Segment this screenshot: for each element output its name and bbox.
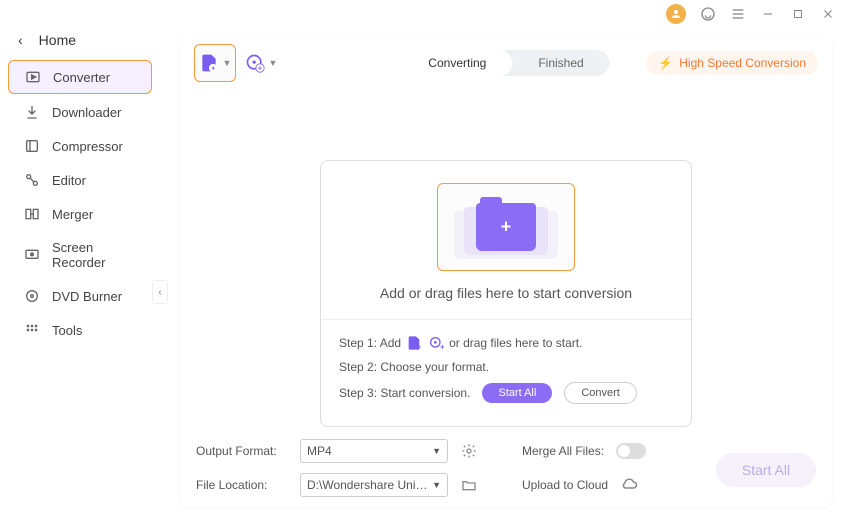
drop-zone-card: + Add or drag files here to start conver… [320,160,692,427]
collapse-sidebar-button[interactable]: ‹ [152,280,168,304]
chevron-down-icon: ▼ [269,58,278,68]
step-2: Step 2: Choose your format. [339,360,673,374]
add-files-button[interactable]: + ▼ [194,44,236,82]
sidebar-item-label: Tools [52,323,82,338]
output-format-label: Output Format: [196,444,288,458]
toolbar: + ▼ + ▼ Converting Finished ⚡ High Speed… [180,34,832,92]
sidebar-item-converter[interactable]: Converter [8,60,152,94]
tools-icon [24,322,40,338]
sidebar-item-compressor[interactable]: Compressor [8,130,152,162]
merge-label: Merge All Files: [522,444,604,458]
sidebar-item-downloader[interactable]: Downloader [8,96,152,128]
file-plus-icon: + [405,334,423,352]
sidebar: ‹ Home Converter Downloader Compressor E… [0,22,160,525]
disc-plus-icon: + [427,334,445,352]
menu-icon[interactable] [730,6,746,22]
footer: Output Format: MP4 ▼ Merge All Files: Fi… [180,429,832,507]
chevron-down-icon: ▼ [432,446,441,456]
sidebar-item-label: Converter [53,70,110,85]
high-speed-badge[interactable]: ⚡ High Speed Conversion [646,51,818,75]
svg-text:+: + [440,343,444,351]
compressor-icon [24,138,40,154]
avatar[interactable] [666,4,686,24]
disc-plus-icon: + [245,53,265,73]
start-all-pill-button[interactable]: Start All [482,383,552,403]
home-label: Home [39,32,76,48]
open-folder-icon[interactable] [460,476,478,494]
download-icon [24,104,40,120]
segment-control: Converting Finished [402,50,609,76]
upload-cloud-label: Upload to Cloud [522,478,608,492]
sidebar-item-screen-recorder[interactable]: Screen Recorder [8,232,152,278]
recorder-icon [24,247,40,263]
file-location-label: File Location: [196,478,288,492]
sidebar-item-label: Merger [52,207,93,222]
add-folder-button[interactable]: + [437,183,575,271]
steps-panel: Step 1: Add + + or drag files here to st… [321,319,691,426]
tab-finished[interactable]: Finished [512,50,609,76]
settings-icon[interactable] [460,442,478,460]
editor-icon [24,172,40,188]
minimize-icon[interactable] [760,6,776,22]
step-1: Step 1: Add + + or drag files here to st… [339,334,673,352]
sidebar-item-merger[interactable]: Merger [8,198,152,230]
merge-toggle[interactable] [616,443,646,459]
dvd-icon [24,288,40,304]
sidebar-item-label: Compressor [52,139,123,154]
merger-icon [24,206,40,222]
main-panel: + ▼ + ▼ Converting Finished ⚡ High Speed… [180,34,832,507]
sidebar-item-label: Screen Recorder [52,240,136,270]
chevron-down-icon: ▼ [223,58,232,68]
bolt-icon: ⚡ [658,56,673,70]
step-3: Step 3: Start conversion. Start All Conv… [339,382,673,404]
close-icon[interactable] [820,6,836,22]
high-speed-label: High Speed Conversion [679,56,806,70]
maximize-icon[interactable] [790,6,806,22]
back-home-button[interactable]: ‹ Home [0,22,160,58]
support-icon[interactable] [700,6,716,22]
drop-zone[interactable]: + Add or drag files here to start conver… [321,161,691,319]
sidebar-item-label: Downloader [52,105,121,120]
add-dvd-button[interactable]: + ▼ [242,44,280,82]
svg-text:+: + [211,64,216,73]
sidebar-item-tools[interactable]: Tools [8,314,152,346]
svg-text:+: + [417,343,422,351]
drop-zone-title: Add or drag files here to start conversi… [380,285,632,301]
sidebar-item-label: Editor [52,173,86,188]
file-location-select[interactable]: D:\Wondershare UniConverter 1 ▼ [300,473,448,497]
sidebar-item-dvd-burner[interactable]: DVD Burner [8,280,152,312]
folder-plus-icon: + [476,203,536,251]
converter-icon [25,69,41,85]
file-plus-icon: + [199,53,219,73]
sidebar-item-label: DVD Burner [52,289,122,304]
sidebar-item-editor[interactable]: Editor [8,164,152,196]
chevron-down-icon: ▼ [432,480,441,490]
tab-converting[interactable]: Converting [402,50,512,76]
chevron-left-icon: ‹ [18,32,23,48]
svg-text:+: + [257,64,262,73]
start-all-button[interactable]: Start All [716,453,816,487]
cloud-icon[interactable] [620,476,638,494]
convert-pill-button[interactable]: Convert [564,382,637,404]
output-format-select[interactable]: MP4 ▼ [300,439,448,463]
